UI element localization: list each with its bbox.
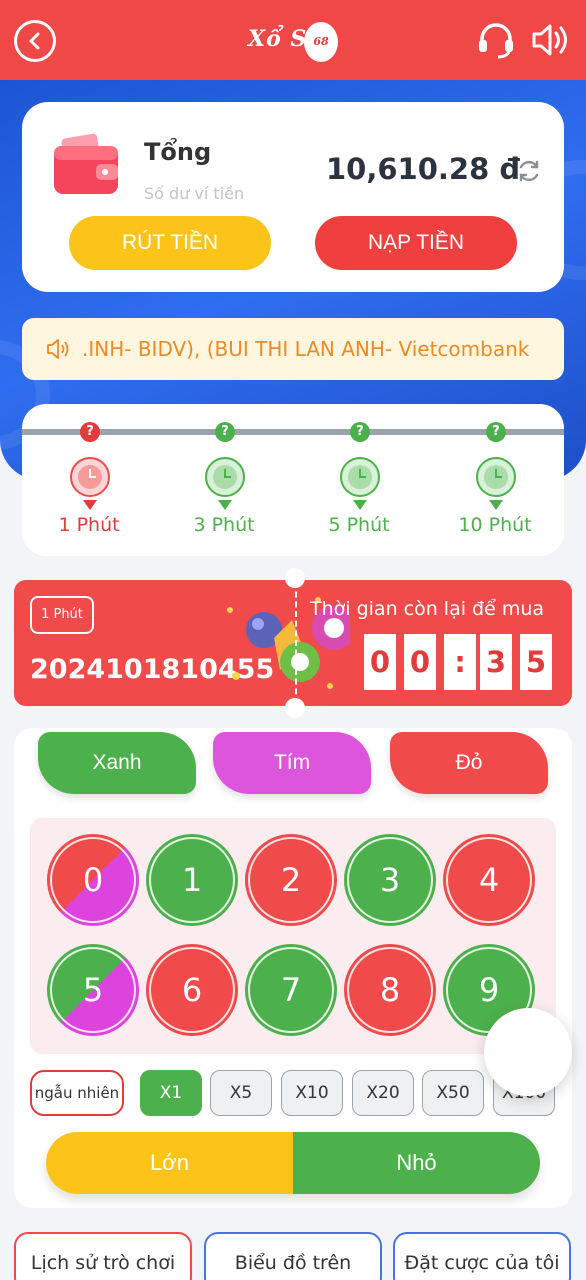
tab-indicator bbox=[489, 500, 503, 510]
tab-3-minute[interactable]: ? 3 Phút bbox=[169, 418, 279, 542]
wallet-balance: 10,610.28 đ bbox=[326, 152, 521, 186]
countdown-digit: 5 bbox=[520, 634, 552, 690]
multiplier-x5[interactable]: X5 bbox=[210, 1070, 272, 1116]
number-label: 4 bbox=[478, 861, 500, 899]
speaker-icon[interactable] bbox=[530, 22, 572, 62]
speaker-icon bbox=[46, 338, 72, 364]
game-banner: 1 Phút 2024101810455 Thời gian còn lại đ… bbox=[14, 580, 572, 706]
small-button[interactable]: Nhỏ bbox=[293, 1132, 540, 1194]
number-label: 0 bbox=[82, 861, 104, 899]
big-small-selector: Lớn Nhỏ bbox=[46, 1132, 540, 1194]
countdown-colon: : bbox=[444, 634, 476, 690]
betting-panel: Xanh Tím Đỏ 0 1 2 3 4 5 6 7 8 9 ngẫu nhi… bbox=[14, 728, 572, 1208]
tab-chart[interactable]: Biểu đồ trên bbox=[204, 1232, 382, 1280]
number-ball-3[interactable]: 3 bbox=[344, 834, 436, 926]
number-ball-1[interactable]: 1 bbox=[146, 834, 238, 926]
tab-label: 1 Phút bbox=[58, 514, 120, 536]
period-badge: 1 Phút bbox=[30, 596, 94, 634]
wallet-title: Tổng bbox=[144, 138, 212, 166]
tab-indicator bbox=[353, 500, 367, 510]
number-ball-4[interactable]: 4 bbox=[443, 834, 535, 926]
bet-green-button[interactable]: Xanh bbox=[38, 732, 196, 794]
tab-label: 10 Phút bbox=[458, 514, 532, 536]
timer-tabs: ? 1 Phút ? 3 Phút ? 5 Phút ? 10 Phút bbox=[22, 404, 564, 556]
clock-icon bbox=[69, 456, 111, 502]
number-ball-6[interactable]: 6 bbox=[146, 944, 238, 1036]
tab-5-minute[interactable]: ? 5 Phút bbox=[304, 418, 414, 542]
multiplier-x20[interactable]: X20 bbox=[352, 1070, 414, 1116]
tab-badge: ? bbox=[215, 422, 235, 442]
notice-text: .INH- BIDV), (BUI THI LAN ANH- Vietcomba… bbox=[82, 337, 530, 361]
deposit-button[interactable]: NẠP TIỀN bbox=[315, 216, 517, 270]
clock-icon bbox=[475, 456, 517, 502]
random-button[interactable]: ngẫu nhiên bbox=[30, 1070, 124, 1116]
multiplier-x1[interactable]: X1 bbox=[140, 1070, 202, 1116]
number-ball-8[interactable]: 8 bbox=[344, 944, 436, 1036]
number-label: 3 bbox=[379, 861, 401, 899]
tab-1-minute[interactable]: ? 1 Phút bbox=[34, 418, 144, 542]
remaining-time-label: Thời gian còn lại để mua bbox=[310, 598, 545, 620]
number-label: 7 bbox=[280, 971, 302, 1009]
number-label: 2 bbox=[280, 861, 302, 899]
tab-indicator bbox=[218, 500, 232, 510]
countdown-digit: 3 bbox=[480, 634, 512, 690]
countdown-digit: 0 bbox=[404, 634, 436, 690]
tab-badge: ? bbox=[350, 422, 370, 442]
floating-assist-button[interactable] bbox=[484, 1008, 572, 1096]
countdown-digit: 0 bbox=[364, 634, 396, 690]
big-button[interactable]: Lớn bbox=[46, 1132, 293, 1194]
clock-icon bbox=[339, 456, 381, 502]
tab-indicator bbox=[83, 500, 97, 510]
app-logo: Xổ Số 68 bbox=[244, 18, 344, 64]
divider bbox=[295, 582, 297, 704]
number-ball-2[interactable]: 2 bbox=[245, 834, 337, 926]
bet-violet-button[interactable]: Tím bbox=[213, 732, 371, 794]
number-label: 8 bbox=[379, 971, 401, 1009]
bet-red-button[interactable]: Đỏ bbox=[390, 732, 548, 794]
wallet-card: Tổng Số dư ví tiền 10,610.28 đ RÚT TIỀN … bbox=[22, 102, 564, 292]
number-label: 9 bbox=[478, 971, 500, 1009]
wallet-icon bbox=[52, 132, 120, 196]
back-icon[interactable] bbox=[14, 20, 56, 62]
number-label: 6 bbox=[181, 971, 203, 1009]
tab-badge: ? bbox=[80, 422, 100, 442]
multiplier-x50[interactable]: X50 bbox=[422, 1070, 484, 1116]
notice-marquee: .INH- BIDV), (BUI THI LAN ANH- Vietcomba… bbox=[22, 318, 564, 380]
number-ball-7[interactable]: 7 bbox=[245, 944, 337, 1036]
app-header: Xổ Số 68 bbox=[0, 0, 586, 80]
ticket-notch bbox=[285, 568, 305, 588]
tab-my-bets[interactable]: Đặt cược của tôi bbox=[393, 1232, 571, 1280]
headset-icon[interactable] bbox=[476, 20, 516, 64]
wallet-subtitle: Số dư ví tiền bbox=[144, 184, 245, 203]
tab-game-history[interactable]: Lịch sử trò chơi bbox=[14, 1232, 192, 1280]
number-ball-5[interactable]: 5 bbox=[47, 944, 139, 1036]
number-label: 5 bbox=[82, 971, 104, 1009]
number-ball-0[interactable]: 0 bbox=[47, 834, 139, 926]
tab-label: 5 Phút bbox=[328, 514, 390, 536]
withdraw-button[interactable]: RÚT TIỀN bbox=[69, 216, 271, 270]
clock-icon bbox=[204, 456, 246, 502]
multiplier-x10[interactable]: X10 bbox=[281, 1070, 343, 1116]
tab-10-minute[interactable]: ? 10 Phút bbox=[440, 418, 550, 542]
tab-label: 3 Phút bbox=[193, 514, 255, 536]
number-label: 1 bbox=[181, 861, 203, 899]
logo-badge: 68 bbox=[304, 22, 338, 62]
refresh-icon[interactable] bbox=[516, 158, 542, 188]
tab-badge: ? bbox=[486, 422, 506, 442]
ticket-notch bbox=[285, 698, 305, 718]
number-grid: 0 1 2 3 4 5 6 7 8 9 bbox=[30, 818, 556, 1054]
